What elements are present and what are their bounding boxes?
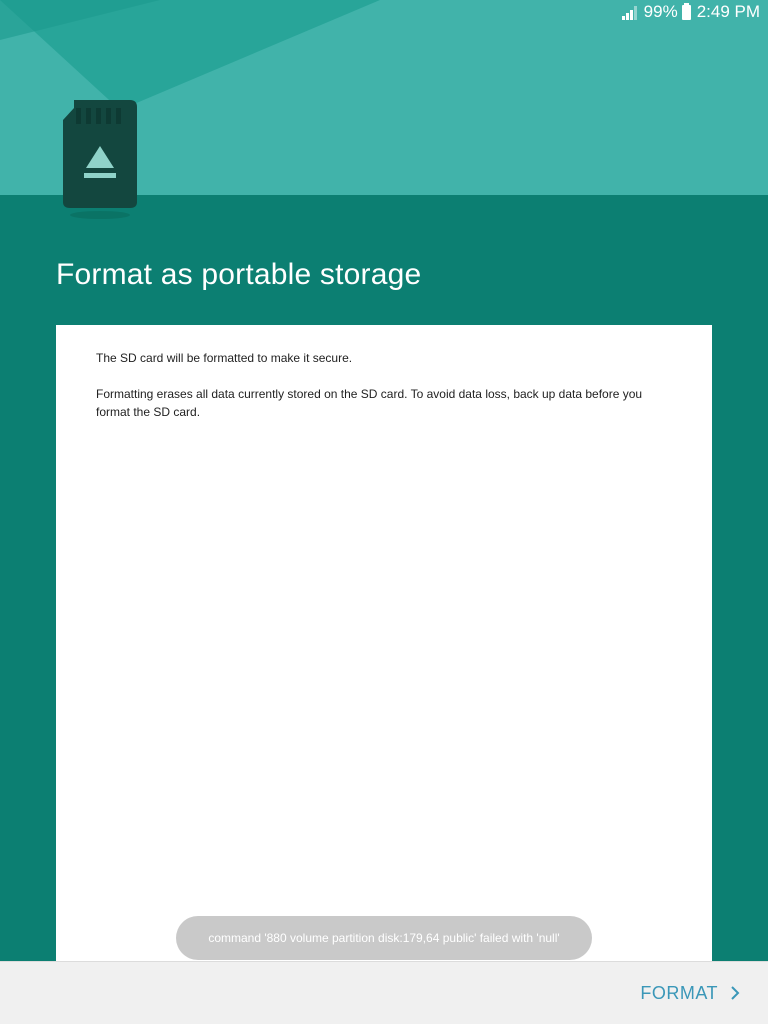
content-card: The SD card will be formatted to make it… — [56, 325, 712, 961]
status-bar: 99% 2:49 PM — [621, 0, 760, 24]
sd-card-icon — [63, 100, 137, 219]
error-toast: command '880 volume partition disk:179,6… — [176, 916, 592, 960]
chevron-right-icon — [731, 986, 740, 1000]
format-button[interactable]: FORMAT — [640, 962, 740, 1024]
battery-icon — [681, 2, 691, 20]
signal-icon — [621, 6, 637, 20]
clock: 2:49 PM — [696, 2, 760, 21]
page-title: Format as portable storage — [56, 258, 422, 291]
data-loss-warning-text: Formatting erases all data currently sto… — [96, 387, 643, 419]
secure-format-text: The SD card will be formatted to make it… — [96, 351, 353, 365]
bottom-bar: FORMAT — [0, 961, 768, 1024]
battery-percent: 99% — [643, 2, 678, 21]
format-button-label: FORMAT — [640, 982, 718, 1003]
